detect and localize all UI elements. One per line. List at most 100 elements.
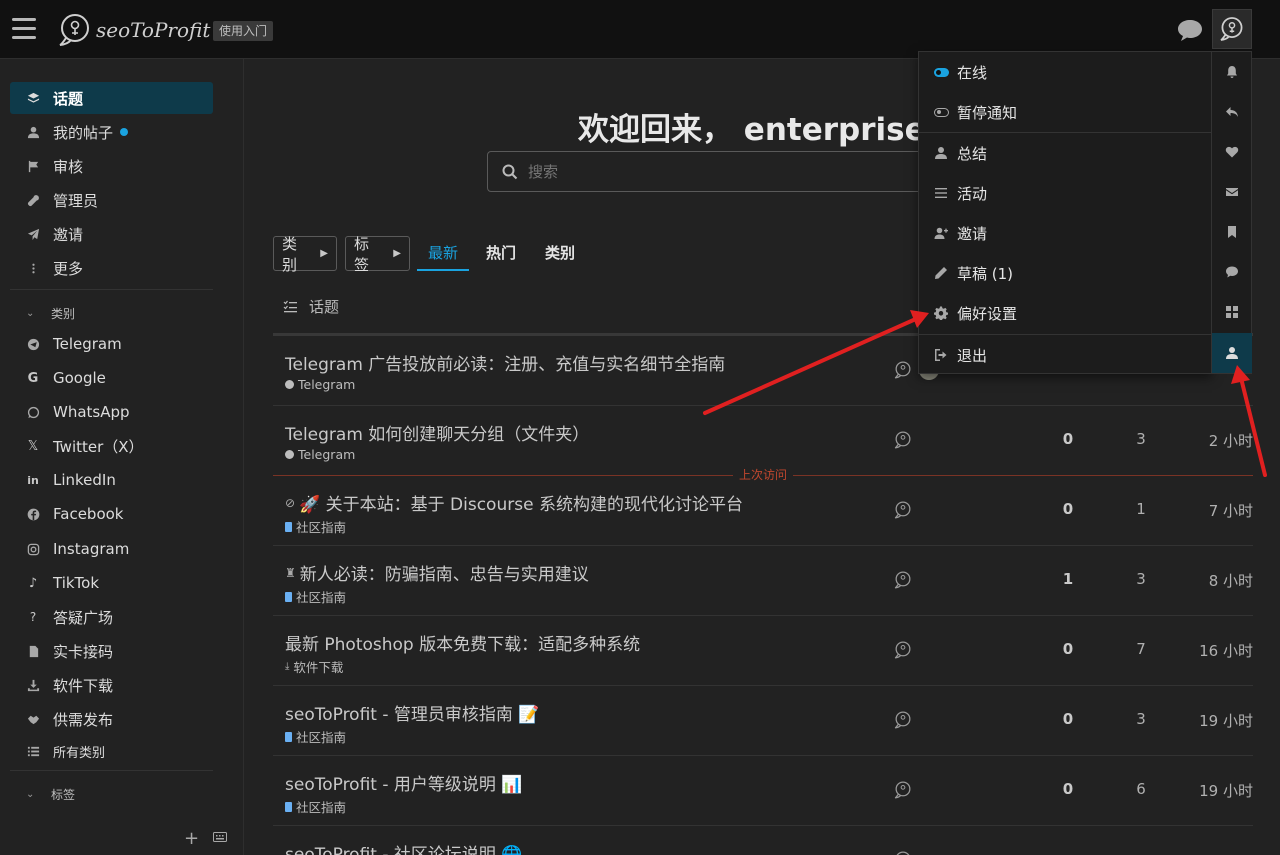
tab-categories[interactable]: 类别 xyxy=(545,236,575,271)
topic-replies[interactable]: 0 xyxy=(1033,710,1103,728)
sidebar-category-twitter[interactable]: 𝕏 Twitter（X） xyxy=(10,430,213,462)
topic-activity[interactable]: 16 小时 xyxy=(1178,640,1253,661)
tab-latest[interactable]: 最新 xyxy=(417,236,469,271)
sidebar-category-sim-card[interactable]: 实卡接码 xyxy=(10,635,213,667)
flag-icon xyxy=(26,159,40,173)
bell-icon[interactable] xyxy=(1212,52,1252,92)
toggle-off-icon xyxy=(933,104,949,120)
topic-title[interactable]: seoToProfit - 管理员审核指南 📝 xyxy=(285,700,539,725)
sidebar-category-linkedin[interactable]: in LinkedIn xyxy=(10,464,213,496)
sidebar-item-more[interactable]: 更多 xyxy=(10,252,213,284)
sidebar-item-review[interactable]: 审核 xyxy=(10,150,213,182)
envelope-icon[interactable] xyxy=(1212,172,1252,212)
topic-title[interactable]: ⊘ 🚀 关于本站：基于 Discourse 系统构建的现代化讨论平台 xyxy=(285,490,743,515)
poster-avatar-icon[interactable] xyxy=(893,360,913,380)
topic-category[interactable]: 社区指南 xyxy=(285,517,346,536)
sidebar-category-telegram[interactable]: Telegram xyxy=(10,328,213,360)
add-icon[interactable]: + xyxy=(184,828,199,849)
search-icon xyxy=(502,164,518,179)
logo-icon xyxy=(59,14,89,46)
menu-item-preferences[interactable]: 偏好设置 xyxy=(919,293,1213,333)
menu-item-online[interactable]: 在线 xyxy=(919,52,1213,92)
topic-activity[interactable]: 7 小时 xyxy=(1178,500,1253,521)
category-filter-button[interactable]: 类别 ▶ xyxy=(273,235,337,274)
topic-category[interactable]: ⤓ 软件下载 xyxy=(285,657,343,676)
topic-title[interactable]: seoToProfit - 用户等级说明 📊 xyxy=(285,770,522,795)
gear-icon xyxy=(933,305,949,321)
topic-replies[interactable]: 0 xyxy=(1033,430,1103,448)
topic-replies[interactable]: 1 xyxy=(1033,570,1103,588)
sidebar-category-tiktok[interactable]: ♪ TikTok xyxy=(10,567,213,599)
sidebar-all-categories[interactable]: 所有类别 xyxy=(10,735,213,767)
topic-title[interactable]: Telegram 如何创建聊天分组（文件夹） xyxy=(285,420,589,445)
topic-row[interactable]: seoToProfit - 管理员审核指南 📝 社区指南 0 3 19 小时 xyxy=(273,686,1253,756)
topic-row[interactable]: 最新 Photoshop 版本免费下载：适配多种系统 ⤓ 软件下载 0 7 16 … xyxy=(273,616,1253,686)
google-icon: G xyxy=(27,370,39,386)
topic-title[interactable]: 最新 Photoshop 版本免费下载：适配多种系统 xyxy=(285,630,640,655)
menu-item-drafts[interactable]: 草稿 (1) xyxy=(919,253,1213,293)
sidebar-category-supply-demand[interactable]: 供需发布 xyxy=(10,703,213,735)
topic-replies[interactable]: 0 xyxy=(1033,500,1103,518)
search-input[interactable] xyxy=(528,162,828,181)
tag-filter-button[interactable]: 标签 ▶ xyxy=(345,235,410,274)
site-logo[interactable]: seoToProfit xyxy=(56,10,210,50)
poster-avatar-icon[interactable] xyxy=(893,430,913,450)
poster-avatar-icon[interactable] xyxy=(893,850,913,855)
sidebar-category-whatsapp[interactable]: WhatsApp xyxy=(10,396,213,428)
user-icon[interactable] xyxy=(1212,333,1252,373)
sidebar-category-software[interactable]: 软件下载 xyxy=(10,669,213,701)
sidebar-category-google[interactable]: G Google xyxy=(10,362,213,394)
sidebar-item-my-posts[interactable]: 我的帖子 xyxy=(10,116,213,148)
search-box[interactable] xyxy=(487,151,927,192)
menu-item-invite[interactable]: 邀请 xyxy=(919,213,1213,253)
bookmark-icon[interactable] xyxy=(1212,212,1252,252)
topic-activity[interactable]: 8 小时 xyxy=(1178,570,1253,591)
menu-item-logout[interactable]: 退出 xyxy=(919,335,1213,375)
grid-icon[interactable] xyxy=(1212,292,1252,332)
hamburger-menu-button[interactable] xyxy=(12,18,36,40)
menu-item-pause-notifications[interactable]: 暂停通知 xyxy=(919,92,1213,132)
sidebar-item-topics[interactable]: 话题 xyxy=(10,82,213,114)
sidebar-category-facebook[interactable]: Facebook xyxy=(10,498,213,530)
poster-avatar-icon[interactable] xyxy=(893,640,913,660)
categories-section-header[interactable]: ⌄ 类别 xyxy=(26,305,75,322)
reply-icon[interactable] xyxy=(1212,92,1252,132)
menu-item-summary[interactable]: 总结 xyxy=(919,133,1213,173)
comment-icon[interactable] xyxy=(1212,252,1252,292)
topic-title[interactable]: seoToProfit - 社区论坛说明 🌐 xyxy=(285,840,522,855)
heart-icon[interactable] xyxy=(1212,132,1252,172)
sidebar-category-qa[interactable]: ? 答疑广场 xyxy=(10,601,213,633)
topic-category[interactable]: 社区指南 xyxy=(285,587,346,606)
topic-category[interactable]: Telegram xyxy=(285,377,355,392)
menu-item-activity[interactable]: 活动 xyxy=(919,173,1213,213)
topic-category[interactable]: 社区指南 xyxy=(285,727,346,746)
poster-avatar-icon[interactable] xyxy=(893,710,913,730)
chat-icon[interactable] xyxy=(1176,16,1204,44)
tags-section-header[interactable]: ⌄ 标签 xyxy=(26,786,75,803)
poster-avatar-icon[interactable] xyxy=(893,780,913,800)
topic-title[interactable]: ♜ 新人必读：防骗指南、忠告与实用建议 xyxy=(285,560,589,585)
sidebar-divider xyxy=(10,289,213,290)
topic-category[interactable]: Telegram xyxy=(285,447,355,462)
topic-activity[interactable]: 19 小时 xyxy=(1178,710,1253,731)
topic-activity[interactable]: 2 小时 xyxy=(1178,430,1253,451)
sidebar-category-instagram[interactable]: Instagram xyxy=(10,533,213,565)
getting-started-button[interactable]: 使用入门 xyxy=(213,21,274,41)
poster-avatar-icon[interactable] xyxy=(893,500,913,520)
tab-hot[interactable]: 热门 xyxy=(486,236,516,271)
topic-row[interactable]: seoToProfit - 社区论坛说明 🌐 xyxy=(273,826,1253,855)
sidebar-item-invite[interactable]: 邀请 xyxy=(10,218,213,250)
poster-avatar-icon[interactable] xyxy=(893,570,913,590)
topic-row[interactable]: seoToProfit - 用户等级说明 📊 社区指南 0 6 19 小时 xyxy=(273,756,1253,826)
topic-category[interactable]: 社区指南 xyxy=(285,797,346,816)
sidebar-item-admin[interactable]: 管理员 xyxy=(10,184,213,216)
topic-row[interactable]: ⊘ 🚀 关于本站：基于 Discourse 系统构建的现代化讨论平台 社区指南 0… xyxy=(273,476,1253,546)
topic-row[interactable]: ♜ 新人必读：防骗指南、忠告与实用建议 社区指南 1 3 8 小时 xyxy=(273,546,1253,616)
topic-activity[interactable]: 19 小时 xyxy=(1178,780,1253,801)
topic-column-header[interactable]: 话题 xyxy=(283,296,339,317)
topic-replies[interactable]: 0 xyxy=(1033,640,1103,658)
user-avatar-button[interactable] xyxy=(1212,9,1252,49)
keyboard-icon[interactable] xyxy=(213,830,228,846)
topic-title[interactable]: Telegram 广告投放前必读：注册、充值与实名细节全指南 xyxy=(285,350,725,375)
topic-replies[interactable]: 0 xyxy=(1033,780,1103,798)
